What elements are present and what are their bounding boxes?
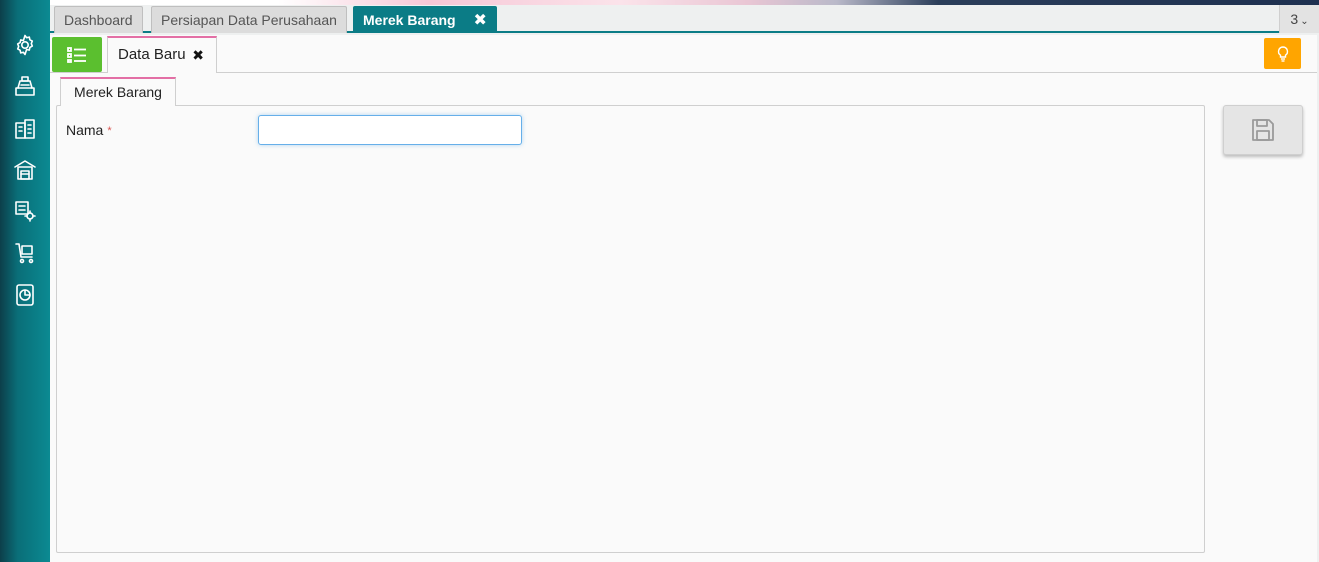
content-area: Data Baru ✖ Merek Barang Nama * [50, 35, 1317, 562]
tab-label: Dashboard [64, 12, 133, 28]
form-tab-label: Merek Barang [74, 84, 162, 100]
gear-icon[interactable] [12, 32, 38, 58]
cash-register-icon[interactable] [12, 73, 38, 99]
nama-label: Nama * [66, 122, 112, 138]
tab-label: Merek Barang [363, 12, 456, 28]
subtab-data-baru[interactable]: Data Baru ✖ [107, 36, 217, 73]
nama-label-text: Nama [66, 122, 104, 138]
required-mark: * [107, 125, 112, 137]
close-icon[interactable]: ✖ [473, 8, 486, 34]
subtab-label: Data Baru [118, 46, 186, 63]
nama-input[interactable] [258, 115, 522, 145]
hint-button[interactable] [1264, 38, 1301, 69]
list-icon [67, 46, 86, 63]
gear-process-icon[interactable] [12, 198, 38, 224]
save-button[interactable] [1223, 105, 1303, 155]
save-icon [1252, 119, 1274, 141]
tab-count-value: 3 [1290, 11, 1299, 27]
close-icon[interactable]: ✖ [192, 38, 204, 72]
form-panel: Nama * [56, 105, 1205, 553]
building-icon[interactable] [12, 116, 38, 142]
main-tab-bar: Dashboard Persiapan Data Perusahaan Mere… [50, 5, 1319, 33]
chevron-down-icon: ⌄ [1300, 16, 1309, 27]
tab-label: Persiapan Data Perusahaan [161, 12, 337, 28]
sub-toolbar: Data Baru ✖ [50, 35, 1317, 73]
tab-count-dropdown[interactable]: 3 ⌄ [1279, 5, 1319, 33]
form-tab-merek-barang[interactable]: Merek Barang [60, 77, 176, 106]
tab-dashboard[interactable]: Dashboard [54, 6, 143, 33]
list-view-button[interactable] [52, 37, 102, 72]
tab-persiapan-data-perusahaan[interactable]: Persiapan Data Perusahaan [151, 6, 347, 33]
report-icon[interactable] [12, 282, 38, 308]
cart-icon[interactable] [12, 240, 38, 266]
tab-merek-barang[interactable]: Merek Barang ✖ [353, 6, 497, 33]
sidebar [0, 0, 50, 562]
lightbulb-icon [1277, 45, 1288, 62]
warehouse-icon[interactable] [12, 157, 38, 183]
